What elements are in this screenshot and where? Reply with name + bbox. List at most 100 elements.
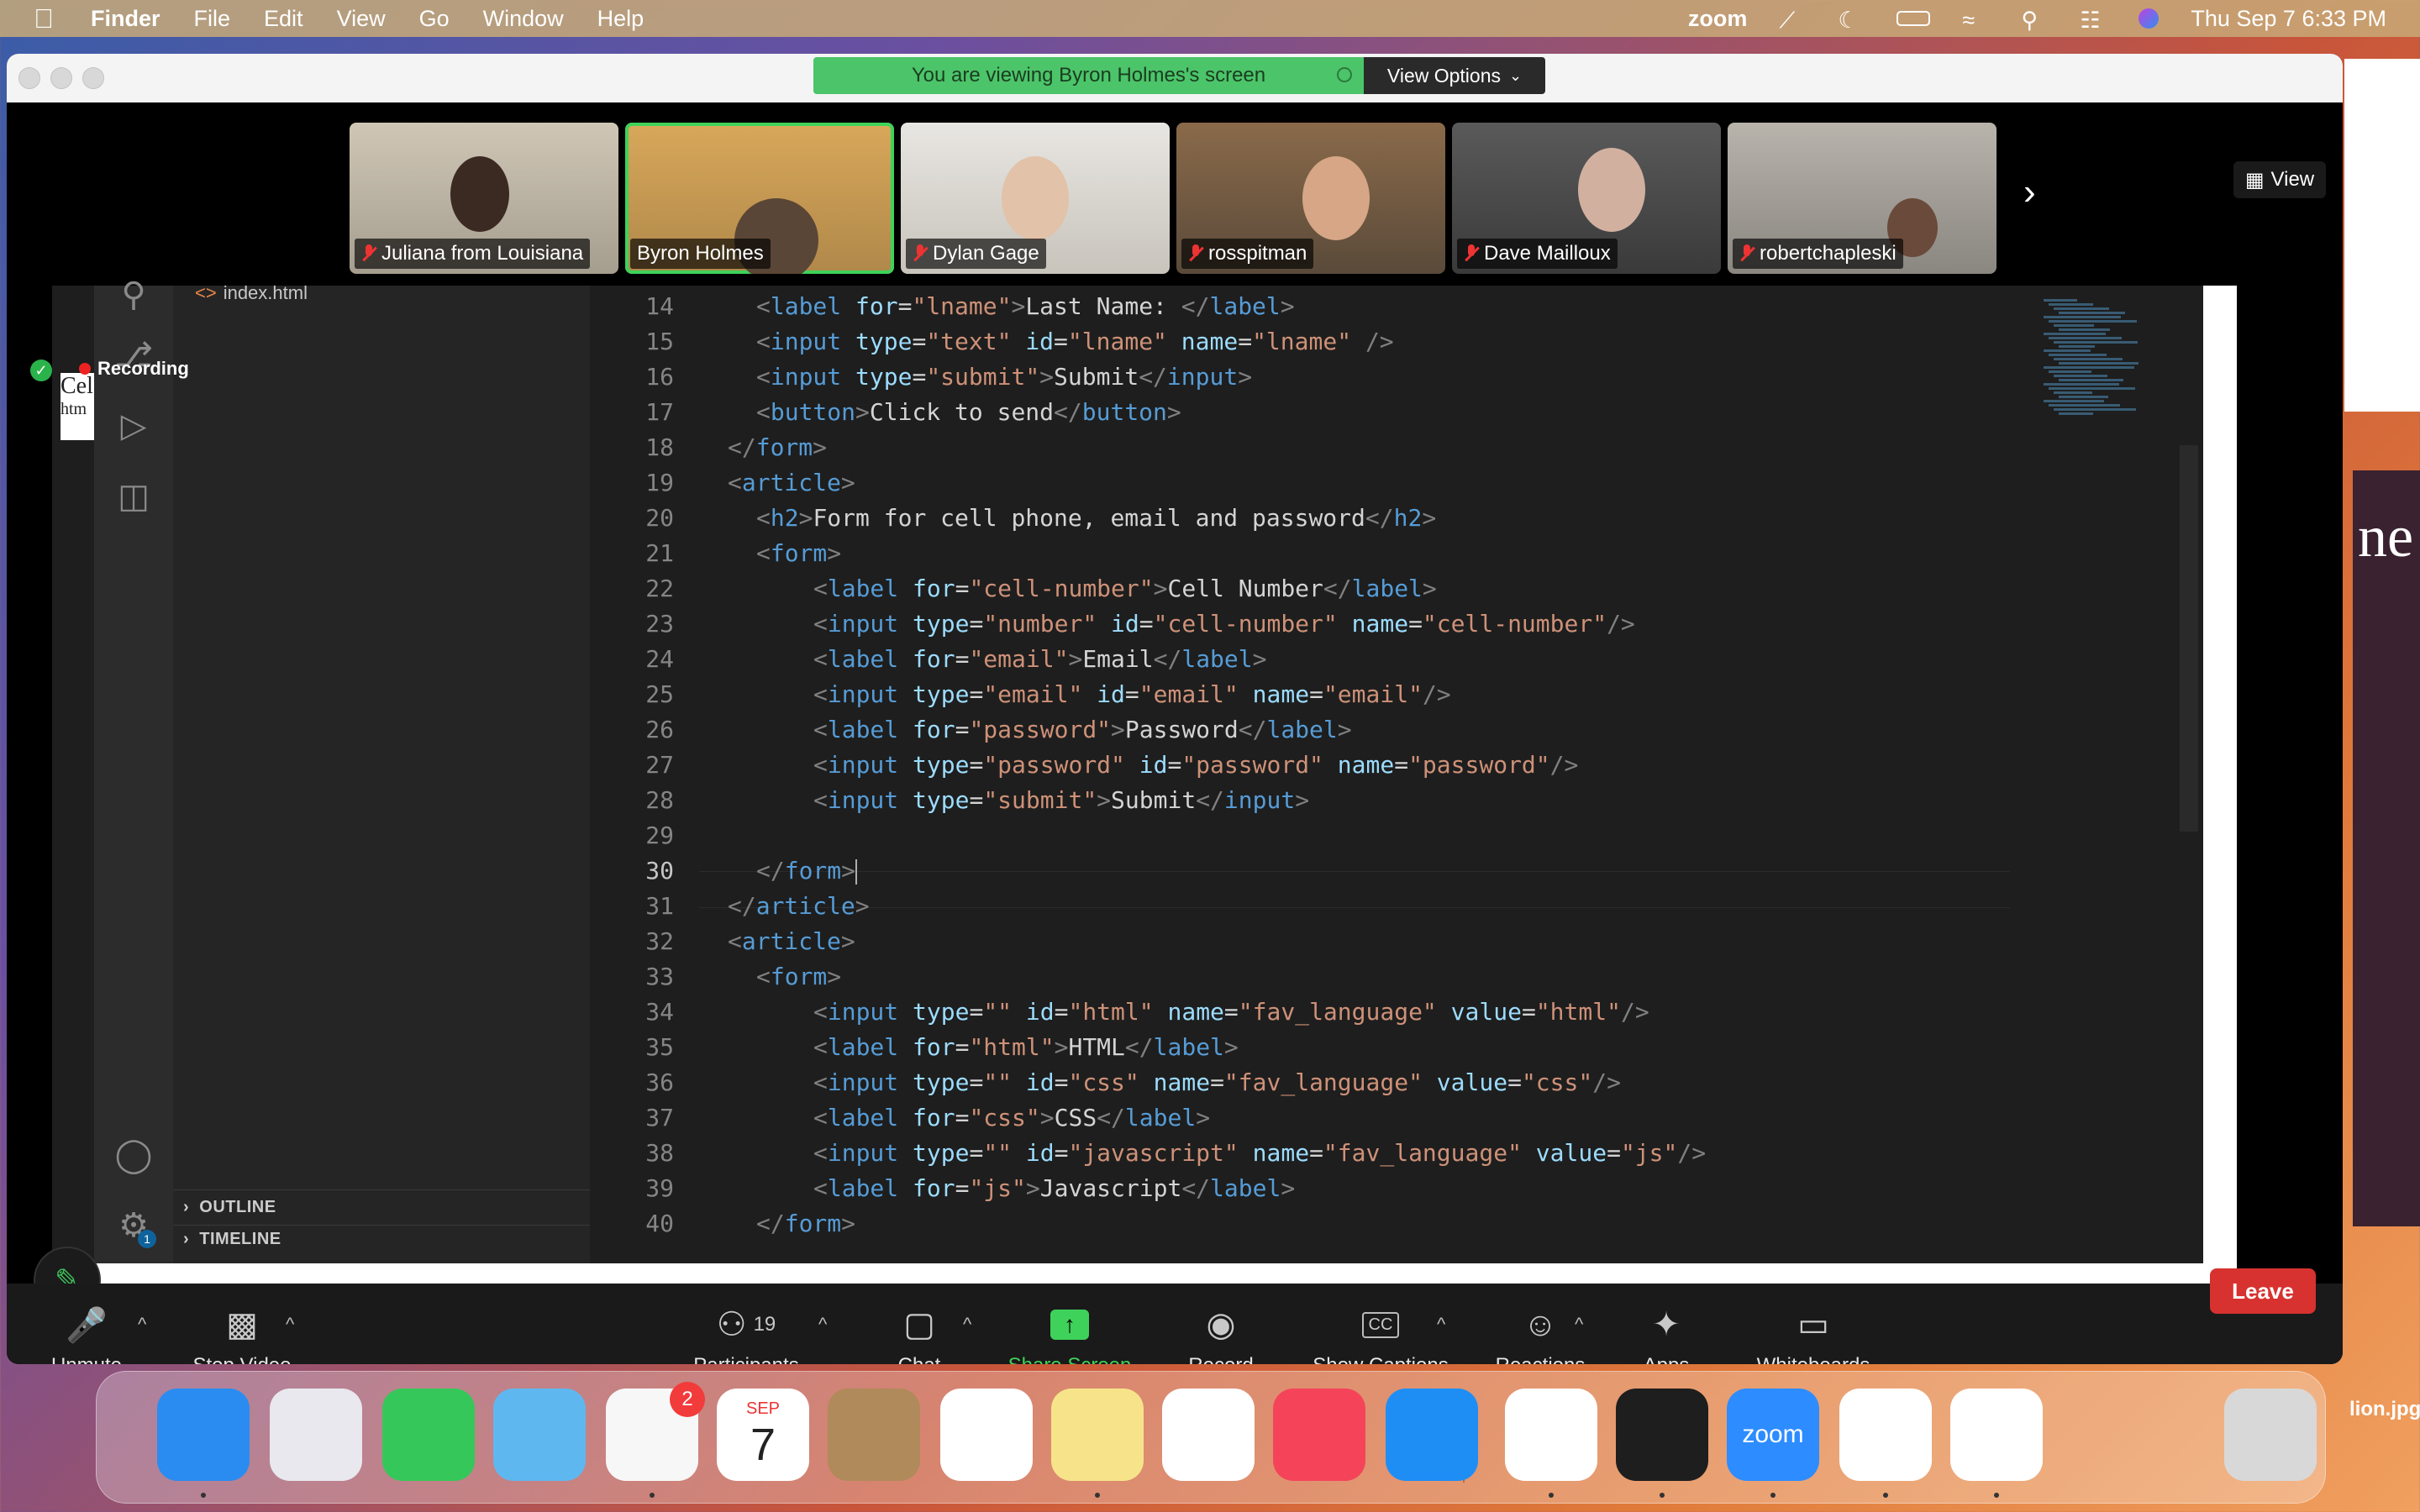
- menu-window[interactable]: Window: [483, 6, 564, 32]
- music-icon[interactable]: [1273, 1389, 1365, 1481]
- calendar-icon[interactable]: SEP 7: [717, 1389, 809, 1481]
- code-line[interactable]: </form>: [756, 853, 858, 889]
- code-line[interactable]: <input type="" id="javascript" name="fav…: [813, 1136, 1706, 1171]
- close-window-button[interactable]: [18, 67, 40, 89]
- video-tile[interactable]: rosspitman: [1176, 123, 1445, 274]
- menu-file[interactable]: File: [194, 6, 231, 32]
- recording-indicator: Recording: [79, 358, 189, 380]
- code-line[interactable]: <input type="" id="css" name="fav_langua…: [813, 1065, 1621, 1100]
- app-store-icon[interactable]: [1386, 1389, 1478, 1481]
- gallery-next-page-icon[interactable]: ›: [2023, 171, 2036, 213]
- whiteboards-button[interactable]: ▭ Whiteboards: [1746, 1300, 1881, 1364]
- dock-app-label: zoom: [1742, 1420, 1804, 1448]
- run-debug-icon[interactable]: ▷: [113, 405, 155, 447]
- notes-icon[interactable]: [1051, 1389, 1144, 1481]
- video-tile[interactable]: Juliana from Louisiana: [350, 123, 618, 274]
- code-line[interactable]: <label for="css">CSS</label>: [813, 1100, 1210, 1136]
- siri-icon[interactable]: [2139, 8, 2160, 29]
- finder-icon[interactable]: [157, 1389, 250, 1481]
- reminders-icon[interactable]: [940, 1389, 1033, 1481]
- code-line[interactable]: <input type="password" id="password" nam…: [813, 748, 1578, 783]
- apps-button[interactable]: ✦ Apps: [1628, 1300, 1704, 1364]
- menu-go[interactable]: Go: [419, 6, 450, 32]
- freeform-icon[interactable]: [1162, 1389, 1255, 1481]
- code-line[interactable]: <form>: [756, 536, 841, 571]
- record-button[interactable]: ◉ Record: [1175, 1300, 1267, 1364]
- code-line[interactable]: </form>: [728, 430, 827, 465]
- code-line[interactable]: <label for="html">HTML</label>: [813, 1030, 1239, 1065]
- code-line[interactable]: <input type="email" id="email" name="ema…: [813, 677, 1451, 712]
- code-line[interactable]: <input type="submit">Submit</input>: [756, 360, 1252, 395]
- participants-button[interactable]: ⚇19 Participants: [679, 1300, 813, 1364]
- share-screen-button[interactable]: ↑ Share Screen: [998, 1300, 1141, 1364]
- chat-button[interactable]: ▢ Chat: [877, 1300, 961, 1364]
- code-line[interactable]: <label for="cell-number">Cell Number</la…: [813, 571, 1437, 606]
- video-tile[interactable]: robertchapleski: [1728, 123, 1996, 274]
- menu-view[interactable]: View: [337, 6, 386, 32]
- messages-icon[interactable]: [382, 1389, 475, 1481]
- video-tile[interactable]: Dylan Gage: [901, 123, 1170, 274]
- view-options-button[interactable]: View Options ⌄: [1364, 57, 1545, 94]
- maps-icon[interactable]: [493, 1389, 586, 1481]
- security-shield-icon[interactable]: ✓: [30, 360, 52, 381]
- code-line[interactable]: <label for="email">Email</label>: [813, 642, 1267, 677]
- code-line[interactable]: <input type="text" id="lname" name="lnam…: [756, 324, 1394, 360]
- desktop-file-label[interactable]: lion.jpg: [2349, 1398, 2420, 1421]
- moon-icon[interactable]: ☾: [1838, 8, 1865, 33]
- unmute-button[interactable]: 🎤 Unmute: [40, 1300, 133, 1365]
- minimap[interactable]: [2035, 286, 2153, 420]
- explorer-file-item[interactable]: <> index.html: [195, 282, 308, 304]
- editor-scrollbar[interactable]: [2180, 445, 2198, 832]
- video-tile[interactable]: Dave Mailloux: [1452, 123, 1721, 274]
- code-line[interactable]: </article>: [728, 889, 870, 924]
- chrome-icon[interactable]: [1505, 1389, 1597, 1481]
- code-line[interactable]: <h2>Form for cell phone, email and passw…: [756, 501, 1436, 536]
- video-tile-active-speaker[interactable]: Byron Holmes: [625, 123, 894, 274]
- account-icon[interactable]: ◯: [113, 1134, 155, 1176]
- minimize-window-button[interactable]: [50, 67, 72, 89]
- zoom-icon[interactable]: zoom: [1727, 1389, 1819, 1481]
- photos-icon[interactable]: 2: [606, 1382, 705, 1481]
- vscode-icon[interactable]: [1839, 1389, 1932, 1481]
- zoom-window-button[interactable]: [82, 67, 104, 89]
- menu-clock[interactable]: Thu Sep 7 6:33 PM: [2191, 6, 2386, 32]
- trash-icon[interactable]: [2224, 1389, 2317, 1481]
- menu-help[interactable]: Help: [597, 6, 644, 32]
- running-indicator: [650, 1493, 655, 1498]
- search-icon[interactable]: ⚲: [113, 274, 155, 316]
- terminal-icon[interactable]: [1616, 1389, 1708, 1481]
- settings-gear-icon[interactable]: ⚙ 1: [113, 1205, 156, 1248]
- chevron-down-icon: ⌄: [1509, 66, 1523, 84]
- code-line[interactable]: <input type="submit">Submit</input>: [813, 783, 1309, 818]
- code-editor[interactable]: 14 15 16 17 18 19 20 21 22 23 24 25 26 27 28 29 30 31 32 33…: [590, 286, 2237, 1263]
- code-line[interactable]: <label for="lname">Last Name: </label>: [756, 289, 1295, 324]
- code-line[interactable]: </form>: [756, 1206, 855, 1242]
- search-icon[interactable]: ⚲: [2021, 8, 2048, 33]
- code-line[interactable]: <label for="js">Javascript</label>: [813, 1171, 1295, 1206]
- outline-section[interactable]: › OUTLINE: [183, 1198, 276, 1217]
- timeline-section[interactable]: › TIMELINE: [183, 1230, 281, 1249]
- code-line[interactable]: <button>Click to send</button>: [756, 395, 1181, 430]
- code-line[interactable]: <article>: [728, 465, 855, 501]
- calendar-day: 7: [750, 1419, 776, 1470]
- code-line[interactable]: <input type="number" id="cell-number" na…: [813, 606, 1635, 642]
- launchpad-icon[interactable]: [270, 1389, 362, 1481]
- leave-meeting-button[interactable]: Leave: [2210, 1268, 2316, 1314]
- menu-app-name[interactable]: Finder: [91, 6, 160, 32]
- control-center-icon[interactable]: ☷: [2080, 8, 2107, 33]
- apple-icon[interactable]: : [34, 5, 57, 32]
- safari-icon[interactable]: [1950, 1389, 2043, 1481]
- code-line[interactable]: <label for="password">Password</label>: [813, 712, 1352, 748]
- pen-icon[interactable]: ⟋: [1779, 8, 1806, 33]
- extensions-icon[interactable]: ◫: [113, 475, 155, 517]
- contacts-icon[interactable]: [828, 1389, 920, 1481]
- menu-edit[interactable]: Edit: [264, 6, 303, 32]
- gallery-view-button[interactable]: ▦ View: [2233, 161, 2326, 198]
- zoom-status-label[interactable]: zoom: [1688, 6, 1748, 32]
- code-line[interactable]: <article>: [728, 924, 855, 959]
- wifi-icon[interactable]: ≈: [1962, 8, 1989, 33]
- line-number: 40: [645, 1210, 674, 1237]
- battery-icon[interactable]: [1897, 11, 1931, 26]
- code-line[interactable]: <input type="" id="html" name="fav_langu…: [813, 995, 1649, 1030]
- code-line[interactable]: <form>: [756, 959, 841, 995]
